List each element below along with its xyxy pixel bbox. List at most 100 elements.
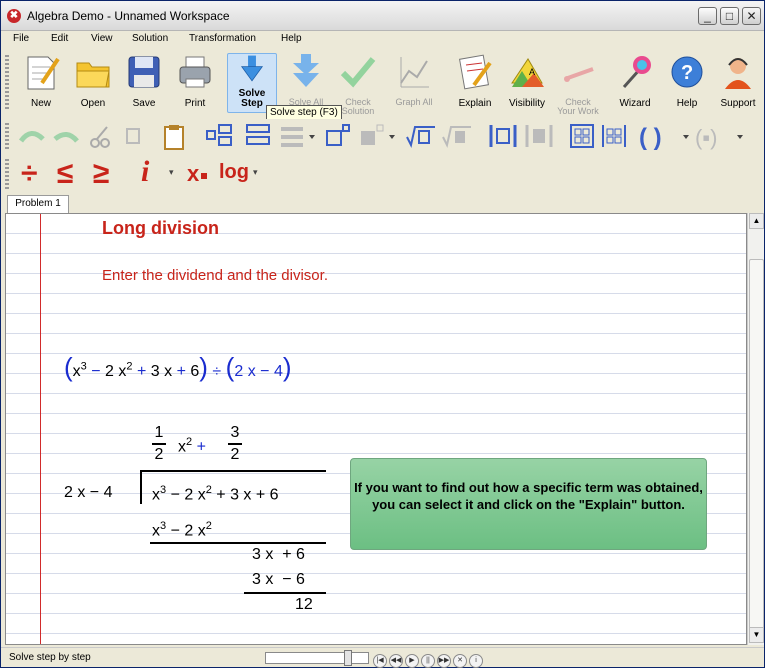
menu-solution[interactable]: Solution	[132, 33, 168, 44]
graph-all-button[interactable]: Graph All	[389, 53, 439, 107]
redo-icon[interactable]	[53, 132, 79, 143]
abs-filled-icon[interactable]	[525, 125, 553, 147]
parentheses-icon[interactable]: ( )	[639, 124, 689, 151]
divisor[interactable]: 2 x − 4	[64, 484, 112, 502]
check-solution-button[interactable]: Check Solution	[335, 53, 381, 116]
maximize-button[interactable]: □	[720, 7, 739, 25]
subtraction-step-2[interactable]: 3 x − 6	[252, 571, 305, 589]
info-icon[interactable]: i	[469, 654, 483, 668]
menu-help[interactable]: Help	[281, 33, 302, 44]
divide-button[interactable]: ÷	[21, 157, 37, 191]
problem-expression[interactable]: (x3 − 2 x2 + 3 x + 6) ÷ (2 x − 4)	[64, 352, 292, 383]
svg-text:( ): ( )	[639, 124, 662, 151]
division-bar	[140, 470, 326, 472]
subtraction-line-1	[150, 542, 326, 544]
double-down-arrow-icon	[293, 54, 319, 87]
paste-icon[interactable]	[164, 125, 184, 150]
subscript-button[interactable]: x	[187, 161, 199, 187]
abs-icon[interactable]	[489, 125, 517, 147]
problem-instruction: Enter the dividend and the divisor.	[102, 267, 328, 284]
toolbar-grip[interactable]	[5, 159, 9, 189]
minimize-button[interactable]: _	[698, 7, 717, 25]
check-work-icon	[564, 67, 594, 82]
copy-icon[interactable]	[126, 128, 140, 144]
log-button[interactable]: log	[219, 161, 249, 184]
rows-dropdown-icon[interactable]	[281, 127, 315, 147]
explain-button[interactable]: Explain	[453, 53, 497, 109]
close-button[interactable]: ✕	[742, 7, 761, 25]
menu-transformation[interactable]: Transformation	[189, 33, 256, 44]
undo-icon[interactable]	[18, 131, 45, 143]
previous-step-icon[interactable]: ◀◀	[389, 654, 403, 668]
title-bar: ✖ Algebra Demo - Unnamed Workspace _ □ ✕	[1, 1, 764, 31]
quotient-fraction-2[interactable]: 32	[228, 424, 242, 464]
cut-icon[interactable]	[90, 126, 110, 148]
check-your-work-button[interactable]: Check Your Work	[555, 53, 601, 116]
remainder-step-1[interactable]: 3 x + 6	[252, 546, 305, 564]
stop-icon[interactable]: ✕	[453, 654, 467, 668]
problem-document[interactable]: Long division Enter the dividend and the…	[5, 213, 747, 645]
new-button[interactable]: New	[19, 53, 63, 109]
quotient-term-x[interactable]: x2 +	[178, 436, 206, 456]
window-title: Algebra Demo - Unnamed Workspace	[27, 9, 230, 23]
support-button[interactable]: Support	[715, 53, 761, 109]
menu-view[interactable]: View	[91, 33, 113, 44]
play-icon[interactable]: ▶	[405, 654, 419, 668]
open-button[interactable]: Open	[71, 53, 115, 109]
first-step-icon[interactable]: |◀	[373, 654, 387, 668]
printer-icon	[179, 56, 211, 88]
imaginary-dropdown-icon[interactable]: ▾	[169, 167, 174, 178]
toolbar-grip[interactable]	[5, 123, 9, 149]
folder-icon	[76, 62, 110, 88]
app-window: ✖ Algebra Demo - Unnamed Workspace _ □ ✕…	[0, 0, 765, 668]
pause-icon[interactable]: ||	[421, 654, 435, 668]
scroll-thumb[interactable]	[749, 259, 764, 631]
matrix-icon[interactable]	[570, 124, 594, 148]
print-button[interactable]: Print	[173, 53, 217, 109]
subtraction-line-2	[244, 592, 326, 594]
toolbar-grip[interactable]	[5, 55, 9, 111]
help-button[interactable]: ? Help	[665, 53, 709, 109]
tab-problem-1[interactable]: Problem 1	[7, 195, 69, 213]
root-icon[interactable]	[406, 126, 435, 148]
wizard-button[interactable]: Wizard	[613, 53, 657, 109]
dividend[interactable]: x3 − 2 x2 + 3 x + 6	[152, 484, 279, 504]
subtraction-step-1[interactable]: x3 − 2 x2	[152, 520, 212, 540]
parentheses-filled-icon[interactable]: (▪)	[695, 125, 743, 150]
quotient-fraction-1[interactable]: 12	[152, 424, 166, 464]
step-slider-thumb[interactable]	[344, 650, 352, 666]
step-player-controls: |◀ ◀◀ ▶ || ▶▶ ✕ i	[373, 651, 485, 668]
margin-line	[40, 214, 41, 644]
floppy-icon	[128, 56, 160, 88]
split-icon[interactable]	[206, 124, 232, 146]
menu-file[interactable]: File	[13, 33, 29, 44]
less-equal-button[interactable]: ≤	[57, 157, 73, 191]
division-remainder[interactable]: 12	[295, 596, 313, 614]
svg-text:A: A	[529, 67, 535, 77]
next-step-icon[interactable]: ▶▶	[437, 654, 451, 668]
support-icon	[725, 58, 751, 89]
solve-all-button[interactable]: Solve All	[281, 53, 331, 107]
rows-icon[interactable]	[246, 124, 270, 145]
vertical-scrollbar[interactable]: ▲ ▼	[747, 213, 764, 645]
determinant-icon[interactable]	[602, 125, 626, 147]
power-icon[interactable]	[326, 124, 350, 146]
imaginary-button[interactable]: i	[141, 155, 149, 189]
root-filled-icon[interactable]	[442, 126, 471, 148]
visibility-icon: A	[511, 58, 544, 87]
app-icon: ✖	[7, 9, 21, 23]
step-slider[interactable]	[265, 650, 369, 666]
menu-edit[interactable]: Edit	[51, 33, 68, 44]
status-bar: Solve step by step |◀ ◀◀ ▶ || ▶▶ ✕ i	[1, 647, 764, 668]
save-button[interactable]: Save	[122, 53, 166, 109]
graph-icon	[400, 57, 429, 88]
greater-equal-button[interactable]: ≥	[93, 157, 109, 191]
visibility-button[interactable]: A Visibility	[503, 53, 551, 109]
scroll-down-icon[interactable]: ▼	[749, 627, 764, 643]
wand-icon	[622, 56, 651, 88]
subscript-icon	[201, 173, 207, 179]
solve-step-button[interactable]: Solve Step	[227, 53, 277, 113]
scroll-up-icon[interactable]: ▲	[749, 213, 764, 229]
power-filled-icon[interactable]	[361, 124, 395, 145]
log-dropdown-icon[interactable]: ▾	[253, 167, 258, 178]
